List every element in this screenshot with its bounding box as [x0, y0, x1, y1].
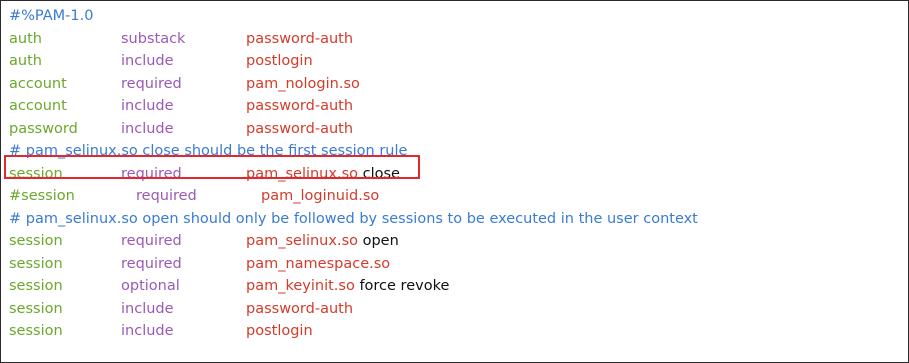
- highlight-box: [4, 155, 420, 179]
- code-line-1: #%PAM-1.0: [9, 5, 908, 28]
- module-name: password-auth: [246, 30, 354, 47]
- code-line-4: account required pam_nologin.so: [9, 73, 908, 96]
- control-flag: include: [121, 300, 174, 317]
- comment-text: # pam_selinux.so open should only be fol…: [9, 210, 698, 227]
- control-flag: required: [121, 255, 182, 272]
- module-name: postlogin: [246, 323, 313, 339]
- module-args: force revoke: [359, 278, 450, 294]
- module-type: session: [9, 323, 63, 339]
- code-view: #%PAM-1.0 auth substack password-auth au…: [0, 0, 909, 363]
- module-entry: pam_keyinit.so force revoke: [246, 275, 449, 298]
- module-type: account: [9, 98, 67, 114]
- module-type: session: [9, 255, 63, 272]
- module-name: password-auth: [246, 98, 354, 114]
- code-line-14: session include password-auth: [9, 298, 908, 321]
- module-type: account: [9, 75, 67, 92]
- module-type: auth: [9, 30, 42, 47]
- module-name: password-auth: [246, 120, 354, 137]
- code-line-9-commented-out: #session required pam_loginuid.so: [9, 185, 908, 208]
- code-line-12: session required pam_namespace.so: [9, 253, 908, 276]
- code-line-3: auth include postlogin: [9, 50, 908, 73]
- module-type: session: [9, 278, 63, 294]
- module-entry: pam_selinux.so open: [246, 230, 399, 253]
- module-name: postlogin: [246, 53, 313, 69]
- control-flag: substack: [121, 30, 186, 47]
- module-type: auth: [9, 53, 42, 69]
- code-line-5: account include password-auth: [9, 95, 908, 118]
- module-type: session: [9, 233, 63, 249]
- module-name: pam_selinux.so: [246, 233, 358, 249]
- control-flag: optional: [121, 278, 180, 294]
- code-line-10: # pam_selinux.so open should only be fol…: [9, 208, 908, 231]
- module-type: session: [9, 300, 63, 317]
- code-line-2: auth substack password-auth: [9, 28, 908, 51]
- module-type: password: [9, 120, 78, 137]
- module-name: pam_namespace.so: [246, 255, 391, 272]
- control-flag: include: [121, 98, 174, 114]
- control-flag: include: [121, 53, 174, 69]
- code-line-6: password include password-auth: [9, 118, 908, 141]
- comment-text: #%PAM-1.0: [9, 8, 94, 24]
- control-flag: include: [121, 120, 174, 137]
- module-type: #session: [9, 188, 75, 204]
- module-name: password-auth: [246, 300, 354, 317]
- code-line-11: session required pam_selinux.so open: [9, 230, 908, 253]
- module-name: pam_keyinit.so: [246, 278, 355, 294]
- module-name: pam_loginuid.so: [261, 188, 380, 204]
- code-line-13: session optional pam_keyinit.so force re…: [9, 275, 908, 298]
- control-flag: required: [121, 75, 182, 92]
- control-flag: include: [121, 323, 174, 339]
- module-name: pam_nologin.so: [246, 75, 360, 92]
- control-flag: required: [136, 188, 197, 204]
- module-args: open: [362, 233, 399, 249]
- code-line-15: session include postlogin: [9, 320, 908, 343]
- control-flag: required: [121, 233, 182, 249]
